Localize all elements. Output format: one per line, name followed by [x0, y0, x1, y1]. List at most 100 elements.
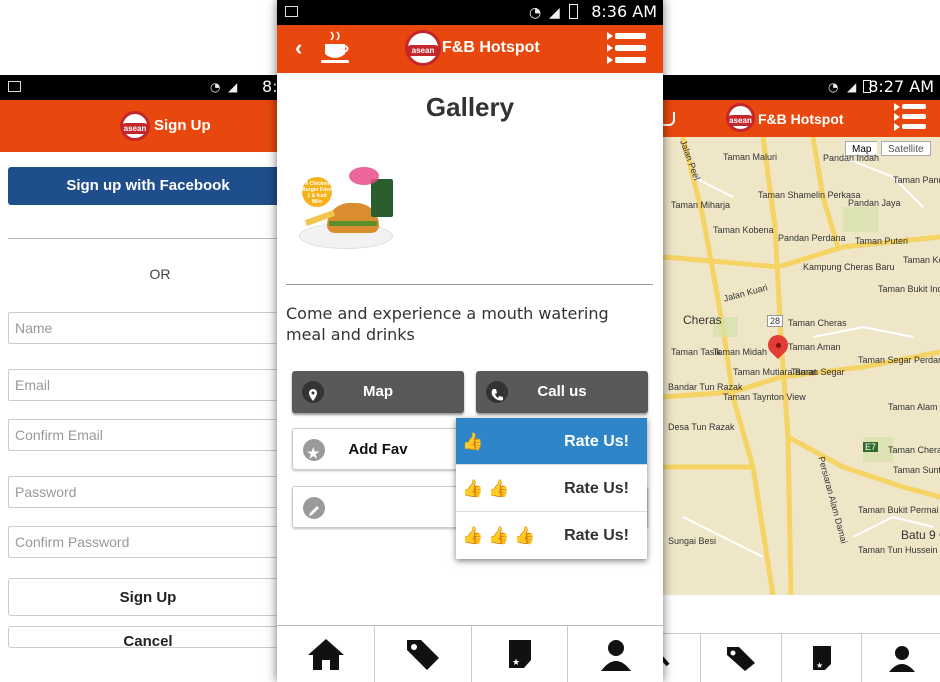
drink-cup	[371, 179, 393, 217]
confirm-password-field[interactable]: Confirm Password	[8, 526, 277, 558]
description: Come and experience a mouth watering mea…	[286, 304, 609, 344]
map-label: Taman Segar	[791, 367, 845, 377]
password-field[interactable]: Password	[8, 476, 277, 508]
menu-icon[interactable]	[894, 103, 926, 131]
status-time: 8:36 AM	[591, 2, 657, 21]
signup-button[interactable]: Sign Up	[8, 578, 277, 616]
map-label: Batu 9 Ches	[901, 528, 940, 542]
map-label: Desa Tun Razak	[668, 422, 735, 432]
bookmark-icon: ★	[812, 646, 831, 670]
svg-text:★: ★	[512, 657, 520, 667]
food-promo-image[interactable]: A Chicken Burger Fries 1 & Iced Milo	[297, 165, 397, 250]
tab-deals[interactable]	[374, 626, 471, 682]
svg-text:★: ★	[816, 661, 823, 670]
splash	[349, 167, 379, 185]
image-notification-icon	[285, 6, 298, 17]
phone-icon	[486, 381, 508, 403]
tab-home[interactable]	[663, 634, 700, 682]
cancel-button[interactable]: Cancel	[8, 626, 277, 648]
divider	[286, 284, 653, 285]
map-label: Taman Kobena	[713, 225, 774, 235]
map-label: Taman Tasik	[671, 347, 721, 357]
map-label: Taman Shamelin Perkasa	[758, 190, 861, 200]
status-time: 8:27 AM	[868, 77, 934, 96]
tab-deals[interactable]	[700, 634, 781, 682]
status-bar: ◔ ◢ 8:27 AM	[663, 75, 940, 100]
map-label: Taman Midah	[713, 347, 768, 357]
home-icon	[307, 639, 344, 670]
map-label: Taman Puteri	[855, 236, 909, 246]
call-button[interactable]: Call us	[476, 371, 648, 413]
asean-logo: asean	[120, 111, 150, 141]
road-marker: 28	[767, 315, 784, 327]
tag-icon	[727, 647, 755, 671]
user-icon	[600, 640, 631, 671]
user-icon	[888, 646, 915, 672]
rate-option-1[interactable]: 👍 Rate Us!	[456, 418, 647, 465]
map-label: Taman Bukit Indah	[878, 284, 940, 294]
confirm-email-field[interactable]: Confirm Email	[8, 419, 277, 451]
app-bar: asean Sign Up	[0, 100, 277, 152]
map-label: Taman Taynton View	[723, 392, 806, 402]
tab-home[interactable]	[277, 626, 374, 682]
menu-icon[interactable]	[607, 32, 646, 64]
map-label: Taman Miharja	[671, 200, 731, 210]
satellite-toggle[interactable]: Satellite	[881, 141, 931, 156]
tab-profile[interactable]	[567, 626, 663, 682]
map-label: Taman Alam Jaya	[888, 402, 940, 412]
asean-logo: asean	[726, 103, 755, 132]
coffee-cup-icon[interactable]	[319, 30, 351, 68]
app-title: F&B Hotspot	[758, 111, 844, 127]
signal-icon: ◢	[847, 80, 857, 94]
map-label: Bandar Tun Razak	[668, 382, 743, 392]
map-label: Taman Tun Hussein Onn	[858, 545, 940, 555]
back-arrow-icon[interactable]: ‹	[295, 35, 302, 61]
name-field[interactable]: Name	[8, 312, 277, 344]
wifi-icon: ◔	[210, 80, 221, 94]
map-label: Taman Bukit Permai	[858, 505, 939, 515]
bookmark-icon: ★	[508, 640, 531, 668]
lettuce	[329, 221, 377, 226]
map-label: Taman Cheras	[788, 318, 847, 328]
map-label: Taman Maluri	[723, 152, 778, 162]
map-label: Pandan Indah	[823, 153, 880, 163]
gallery-screen: ◔ ◢ 8:36 AM ‹ asean F&B Hotspot Gallery …	[277, 0, 663, 682]
tab-profile[interactable]	[861, 634, 940, 682]
email-field[interactable]: Email	[8, 369, 277, 401]
app-title: F&B Hotspot	[442, 39, 540, 56]
map-label: Pandan Perdana	[778, 233, 846, 243]
app-bar: ‹ asean F&B Hotspot	[277, 25, 663, 73]
map-label: Cheras	[683, 313, 722, 327]
pencil-icon	[303, 497, 325, 519]
facebook-signup-button[interactable]: Sign up with Facebook	[8, 167, 277, 205]
coffee-cup-icon[interactable]	[663, 112, 675, 126]
location-icon	[302, 381, 324, 403]
thumbs-up-icon: 👍	[462, 432, 489, 451]
status-bar: ◔ ◢ 8:	[0, 75, 277, 100]
map-button[interactable]: Map	[292, 371, 464, 413]
tab-bar: ★	[277, 625, 663, 682]
rate-option-2[interactable]: 👍👍 Rate Us!	[456, 465, 647, 512]
page-title: Gallery	[425, 92, 515, 122]
add-fav-button[interactable]: ★ Add Fav	[292, 428, 464, 470]
signup-screen: ◔ ◢ 8: asean Sign Up Sign up with Facebo…	[0, 75, 277, 682]
rate-popup: 👍 Rate Us! 👍👍 Rate Us! 👍👍👍 Rate Us!	[456, 418, 647, 559]
signal-icon: ◢	[228, 80, 238, 94]
status-time: 8:	[262, 77, 277, 96]
map-label: Taman Kosas	[903, 255, 940, 265]
tag-icon	[407, 640, 439, 670]
map-label: Taman Aman	[788, 342, 841, 352]
page-title: Sign Up	[154, 117, 211, 134]
tab-favorites[interactable]: ★	[781, 634, 861, 682]
tab-favorites[interactable]: ★	[471, 626, 567, 682]
wifi-icon: ◔	[529, 5, 542, 21]
or-label: OR	[149, 266, 171, 282]
tab-bar: ★	[663, 633, 940, 682]
map-label: Taman Pandan Mewah	[893, 175, 940, 185]
rate-option-3[interactable]: 👍👍👍 Rate Us!	[456, 512, 647, 559]
map-label: Taman Segar Perdana	[858, 355, 940, 365]
map-screen: ◔ ◢ 8:27 AM asean F&B Hotspot Map Satell…	[663, 75, 940, 682]
battery-icon	[569, 4, 578, 19]
thumbs-up-icon: 👍👍	[462, 479, 515, 498]
app-bar: asean F&B Hotspot	[663, 100, 940, 137]
